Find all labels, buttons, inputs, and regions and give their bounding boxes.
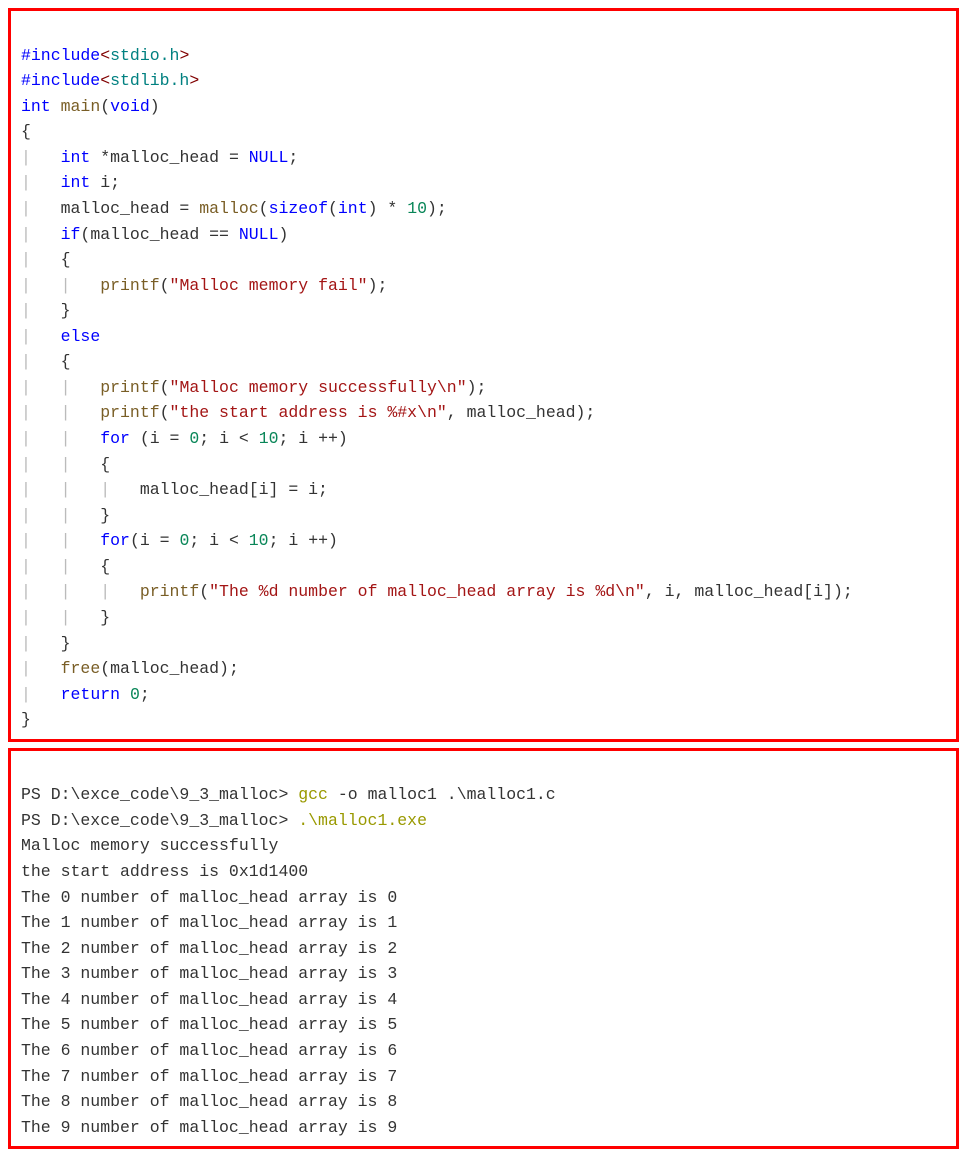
code-line: | return 0; [21,685,150,704]
terminal-line: PS D:\exce_code\9_3_malloc> gcc -o mallo… [21,785,556,804]
code-line: { [21,122,31,141]
code-line: #include<stdio.h> [21,46,189,65]
code-line: | | printf("Malloc memory successfully\n… [21,378,486,397]
terminal-output-line: The 9 number of malloc_head array is 9 [21,1118,397,1137]
code-line: | | | printf("The %d number of malloc_he… [21,582,853,601]
terminal-line: PS D:\exce_code\9_3_malloc> .\malloc1.ex… [21,811,427,830]
terminal-output-line: The 4 number of malloc_head array is 4 [21,990,397,1009]
terminal-output-line: the start address is 0x1d1400 [21,862,308,881]
code-line: | | for (i = 0; i < 10; i ++) [21,429,348,448]
code-line: | free(malloc_head); [21,659,239,678]
code-line: | | { [21,557,110,576]
terminal-output-line: The 5 number of malloc_head array is 5 [21,1015,397,1034]
code-line: #include<stdlib.h> [21,71,199,90]
code-line: | } [21,301,71,320]
code-line: | | printf("Malloc memory fail"); [21,276,387,295]
terminal-output-line: Malloc memory successfully [21,836,278,855]
code-line: | { [21,352,71,371]
terminal-output-line: The 2 number of malloc_head array is 2 [21,939,397,958]
code-line: | if(malloc_head == NULL) [21,225,288,244]
terminal-output-line: The 8 number of malloc_head array is 8 [21,1092,397,1111]
code-line: | | } [21,506,110,525]
code-line: | malloc_head = malloc(sizeof(int) * 10)… [21,199,447,218]
code-line: | | for(i = 0; i < 10; i ++) [21,531,338,550]
terminal-output-line: The 6 number of malloc_head array is 6 [21,1041,397,1060]
code-line: | | } [21,608,110,627]
code-line: | { [21,250,71,269]
terminal-panel: PS D:\exce_code\9_3_malloc> gcc -o mallo… [8,748,959,1149]
terminal-output-line: The 3 number of malloc_head array is 3 [21,964,397,983]
code-line: | } [21,634,71,653]
preproc: #include [21,46,100,65]
code-panel: #include<stdio.h> #include<stdlib.h> int… [8,8,959,742]
terminal-output-line: The 7 number of malloc_head array is 7 [21,1067,397,1086]
code-line: | int i; [21,173,120,192]
code-line: int main(void) [21,97,160,116]
terminal-output-line: The 0 number of malloc_head array is 0 [21,888,397,907]
terminal-output-line: The 1 number of malloc_head array is 1 [21,913,397,932]
code-line: | | | malloc_head[i] = i; [21,480,328,499]
code-line: } [21,710,31,729]
code-line: | | printf("the start address is %#x\n",… [21,403,595,422]
code-line: | int *malloc_head = NULL; [21,148,298,167]
code-line: | | { [21,455,110,474]
code-line: | else [21,327,100,346]
